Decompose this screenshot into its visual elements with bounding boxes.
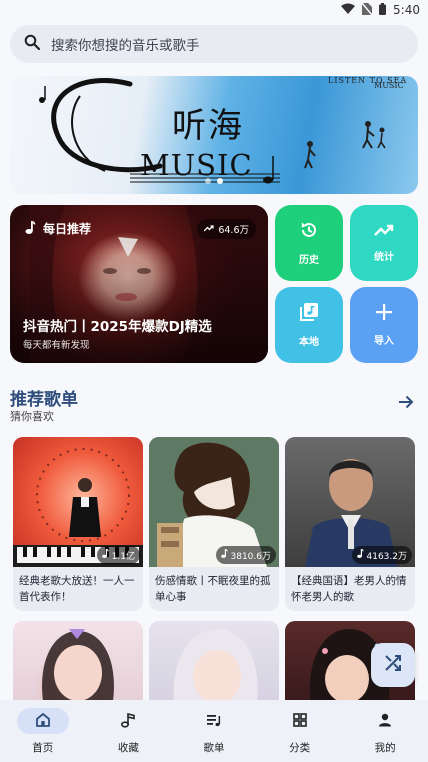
carousel-dot[interactable]: [205, 178, 211, 184]
playlist-cover: 1.1亿: [13, 437, 143, 567]
play-count-value: 4163.2万: [366, 551, 408, 562]
shuffle-button[interactable]: [371, 643, 415, 687]
nav-playlists[interactable]: 歌单: [174, 708, 254, 755]
history-icon: [299, 220, 319, 243]
battery-icon: [379, 2, 387, 18]
nav-categories[interactable]: 分类: [260, 708, 340, 755]
section-title: 推荐歌单: [10, 390, 78, 410]
bottom-nav: 首页 收藏 歌单 分类 我的: [0, 700, 428, 762]
daily-header: 每日推荐: [25, 220, 91, 237]
music-note-icon: [220, 549, 228, 561]
playlist-cover: [42, 629, 114, 701]
history-label: 历史: [299, 255, 319, 266]
daily-subtitle: 每天都有新发现: [23, 340, 90, 351]
playlist-card[interactable]: [13, 621, 143, 701]
nav-favorites-label: 收藏: [117, 742, 139, 754]
banner-small-text-2: MUSIC: [374, 81, 404, 90]
local-label: 本地: [299, 337, 319, 348]
banner-carousel[interactable]: 听海 MUSIC LISTEN TO SEA MUSIC: [10, 76, 418, 194]
play-count-badge: 64.6万: [197, 219, 256, 239]
search-bar[interactable]: 搜索你想搜的音乐或歌手: [10, 25, 418, 63]
import-button[interactable]: 导入: [350, 287, 418, 363]
wifi-icon: [341, 3, 356, 18]
nav-profile[interactable]: 我的: [345, 708, 425, 755]
music-note-icon: [356, 549, 364, 561]
playlist-card[interactable]: 3810.6万 伤感情歌丨不眠夜里的孤单心事: [149, 437, 279, 611]
play-count-value: 3810.6万: [230, 551, 272, 562]
playlist-card[interactable]: 4163.2万 【经典国语】老男人的情怀老男人的歌: [285, 437, 415, 611]
playlist-name: 经典老歌大放送！一人一首代表作！: [19, 575, 135, 603]
playlist-card[interactable]: [149, 621, 279, 701]
banner-music-word: MUSIC: [140, 148, 253, 182]
play-count-badge: 1.1亿: [96, 546, 140, 564]
history-button[interactable]: 历史: [275, 205, 343, 281]
nav-home-label: 首页: [32, 742, 54, 754]
section-subtitle: 猜你喜欢: [10, 410, 54, 423]
playlist-cover: [173, 629, 258, 701]
library-music-icon: [299, 302, 319, 325]
person-icon: [378, 713, 392, 730]
playlist-cover: 4163.2万: [285, 437, 415, 567]
play-count-badge: 4163.2万: [351, 546, 412, 564]
grid-icon: [292, 712, 307, 730]
no-sim-icon: [361, 2, 373, 18]
playlist-card[interactable]: 1.1亿 经典老歌大放送！一人一首代表作！: [13, 437, 143, 611]
stats-label: 统计: [374, 252, 394, 263]
trending-icon: [374, 223, 394, 240]
nav-home[interactable]: 首页: [3, 708, 83, 755]
search-placeholder: 搜索你想搜的音乐或歌手: [51, 38, 200, 54]
import-label: 导入: [374, 336, 394, 347]
play-count-value: 64.6万: [218, 225, 249, 236]
nav-categories-label: 分类: [289, 742, 311, 754]
daily-title: 抖音热门丨2025年爆款DJ精选: [23, 319, 212, 335]
nav-profile-label: 我的: [374, 742, 396, 754]
music-note-icon: [120, 712, 136, 731]
search-icon: [24, 34, 41, 54]
arrow-right-icon[interactable]: [398, 394, 414, 414]
playlist-icon: [206, 712, 222, 731]
local-button[interactable]: 本地: [275, 287, 343, 363]
carousel-dot-active[interactable]: [217, 178, 223, 184]
daily-header-label: 每日推荐: [43, 222, 92, 236]
playlist-cover: 3810.6万: [149, 437, 279, 567]
daily-recommend-card[interactable]: 每日推荐 64.6万 抖音热门丨2025年爆款DJ精选 每天都有新发现: [10, 205, 268, 363]
play-count-badge: 3810.6万: [215, 546, 276, 564]
play-count-value: 1.1亿: [111, 551, 135, 562]
nav-favorites[interactable]: 收藏: [88, 708, 168, 755]
banner-title: 听海: [172, 106, 244, 146]
home-icon: [35, 712, 51, 731]
music-note-icon: [101, 549, 109, 561]
playlist-name: 【经典国语】老男人的情怀老男人的歌: [291, 575, 407, 603]
carousel-dots: [10, 178, 418, 184]
stats-button[interactable]: 统计: [350, 205, 418, 281]
status-bar: 5:40: [0, 0, 428, 20]
playlist-name: 伤感情歌丨不眠夜里的孤单心事: [155, 575, 271, 603]
status-time: 5:40: [393, 3, 420, 17]
plus-icon: [375, 303, 393, 324]
shuffle-icon: [384, 654, 402, 676]
nav-playlists-label: 歌单: [203, 742, 225, 754]
trending-icon: [203, 224, 214, 235]
music-note-icon: [25, 220, 36, 237]
